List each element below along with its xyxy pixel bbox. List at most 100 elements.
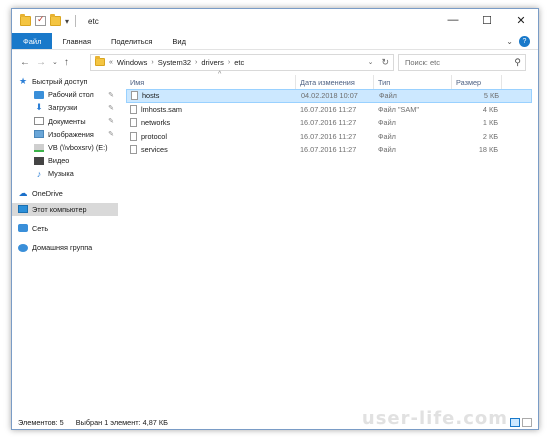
- homegroup-icon: [18, 243, 28, 252]
- minimize-button[interactable]: —: [436, 9, 470, 31]
- file-name-cell: protocol: [126, 131, 296, 141]
- help-icon[interactable]: ?: [519, 35, 530, 47]
- title-bar: ▾ etc — ☐ ✕: [12, 9, 538, 33]
- search-placeholder: Поиск: etc: [405, 57, 440, 67]
- chevron-right-icon[interactable]: ›: [151, 59, 153, 66]
- pictures-icon: [34, 130, 44, 139]
- nav-item-vb-drive[interactable]: VB (\\vboxsrv) (E:): [12, 141, 118, 154]
- file-name-cell: hosts: [127, 91, 297, 101]
- pin-icon: ✎: [108, 91, 114, 99]
- file-row[interactable]: services 16.07.2016 11:27 Файл 18 КБ: [126, 143, 532, 157]
- tab-view[interactable]: Вид: [162, 33, 196, 49]
- breadcrumb-system32[interactable]: System32: [158, 58, 191, 67]
- nav-item-downloads[interactable]: ⬇ Загрузки ✎: [12, 101, 118, 114]
- nav-item-music[interactable]: ♪ Музыка: [12, 167, 118, 180]
- file-type: Файл: [378, 145, 396, 155]
- file-size: 18 КБ: [478, 145, 498, 155]
- title-separator: [75, 15, 77, 27]
- details-view-icon[interactable]: [510, 418, 520, 427]
- file-list: ^ Имя Дата изменения Тип Размер hosts 04.…: [126, 71, 532, 157]
- file-name: lmhosts.sam: [141, 104, 182, 114]
- new-folder-icon[interactable]: [50, 14, 61, 26]
- quick-access-toolbar: ▾ etc: [12, 14, 99, 27]
- search-input[interactable]: Поиск: etc ⚲: [398, 53, 526, 71]
- file-date: 16.07.2016 11:27: [300, 145, 357, 155]
- documents-icon: [34, 117, 44, 126]
- star-icon: ★: [18, 76, 28, 87]
- file-date: 16.07.2016 11:27: [300, 118, 357, 128]
- nav-item-documents[interactable]: Документы ✎: [12, 115, 118, 128]
- navigation-buttons: ← → ⌄ ↑: [12, 57, 90, 68]
- maximize-button[interactable]: ☐: [470, 9, 504, 31]
- file-type: Файл "SAM": [378, 104, 419, 114]
- qa-dropdown-icon[interactable]: ▾: [65, 17, 69, 26]
- view-switcher: [510, 418, 532, 427]
- file-row[interactable]: lmhosts.sam 16.07.2016 11:27 Файл "SAM" 4 К…: [126, 103, 532, 117]
- nav-item-desktop[interactable]: Рабочий стол ✎: [12, 88, 118, 101]
- nav-this-pc[interactable]: Этот компьютер: [12, 202, 118, 216]
- file-date: 04.02.2018 10:07: [301, 91, 358, 101]
- tab-share[interactable]: Поделиться: [101, 33, 162, 49]
- file-icon: [130, 118, 137, 128]
- column-date[interactable]: Дата изменения: [296, 75, 374, 89]
- network-drive-icon: [34, 143, 44, 152]
- close-button[interactable]: ✕: [504, 9, 538, 31]
- chevron-right-icon[interactable]: ›: [195, 59, 197, 66]
- selection-info: Выбран 1 элемент: 4,87 КБ: [75, 417, 168, 427]
- file-icon: [130, 104, 137, 114]
- file-type: Файл: [378, 131, 396, 141]
- network-icon: [18, 224, 28, 233]
- forward-icon[interactable]: →: [36, 57, 46, 68]
- nav-quick-access[interactable]: ★ Быстрый доступ: [12, 75, 118, 88]
- column-type[interactable]: Тип: [374, 75, 452, 89]
- file-row[interactable]: protocol 16.07.2016 11:27 Файл 2 КБ: [126, 130, 532, 144]
- column-size[interactable]: Размер: [452, 75, 502, 89]
- file-name: services: [141, 145, 168, 155]
- cloud-icon: ☁: [18, 187, 28, 198]
- recent-locations-icon[interactable]: ⌄: [52, 58, 58, 66]
- window-controls: — ☐ ✕: [436, 9, 538, 31]
- file-date: 16.07.2016 11:27: [300, 104, 357, 114]
- navigation-pane: ★ Быстрый доступ Рабочий стол ✎ ⬇ Загруз…: [12, 75, 118, 405]
- file-row[interactable]: networks 16.07.2016 11:27 Файл 1 КБ: [126, 116, 532, 130]
- refresh-icon[interactable]: ↻: [381, 57, 389, 68]
- tab-home[interactable]: Главная: [52, 33, 101, 49]
- file-name: protocol: [141, 131, 167, 141]
- breadcrumb-drivers[interactable]: drivers: [201, 58, 224, 67]
- overflow-crumbs-icon[interactable]: «: [109, 59, 113, 66]
- breadcrumb-etc[interactable]: etc: [234, 58, 244, 67]
- nav-label: Этот компьютер: [32, 204, 87, 214]
- video-icon: [34, 156, 44, 165]
- ribbon-tabs: Файл Главная Поделиться Вид ⌄ ?: [12, 33, 538, 50]
- file-name-cell: lmhosts.sam: [126, 104, 296, 114]
- pin-icon: ✎: [108, 118, 114, 126]
- column-name[interactable]: Имя: [126, 75, 296, 89]
- folder-icon[interactable]: [20, 14, 31, 26]
- nav-label: Музыка: [48, 169, 74, 179]
- nav-item-pictures[interactable]: Изображения ✎: [12, 128, 118, 141]
- search-icon[interactable]: ⚲: [514, 57, 521, 68]
- nav-network[interactable]: Сеть: [12, 222, 118, 235]
- file-row[interactable]: hosts 04.02.2018 10:07 Файл 5 КБ: [126, 89, 532, 103]
- nav-homegroup[interactable]: Домашняя группа: [12, 241, 118, 254]
- nav-label: Быстрый доступ: [32, 77, 88, 87]
- nav-label: Домашняя группа: [32, 243, 93, 253]
- download-icon: ⬇: [35, 102, 43, 113]
- tab-file[interactable]: Файл: [12, 33, 53, 49]
- pin-icon: ✎: [108, 131, 114, 139]
- up-icon[interactable]: ↑: [64, 57, 69, 68]
- large-icons-view-icon[interactable]: [522, 418, 532, 427]
- breadcrumb-windows[interactable]: Windows: [117, 58, 147, 67]
- file-size: 5 КБ: [483, 91, 499, 101]
- desktop-icon: [34, 90, 44, 99]
- file-icon: [130, 145, 137, 155]
- back-icon[interactable]: ←: [20, 57, 30, 68]
- address-dropdown-icon[interactable]: ⌄: [368, 58, 374, 66]
- status-bar: Элементов: 5 Выбран 1 элемент: 4,87 КБ u…: [12, 408, 538, 429]
- properties-icon[interactable]: [35, 14, 46, 26]
- nav-item-videos[interactable]: Видео: [12, 154, 118, 167]
- address-bar[interactable]: « Windows › System32 › drivers › etc ⌄ ↻: [90, 53, 394, 71]
- nav-onedrive[interactable]: ☁ OneDrive: [12, 187, 118, 200]
- chevron-right-icon[interactable]: ›: [228, 59, 230, 66]
- ribbon-expand-icon[interactable]: ⌄: [506, 37, 513, 46]
